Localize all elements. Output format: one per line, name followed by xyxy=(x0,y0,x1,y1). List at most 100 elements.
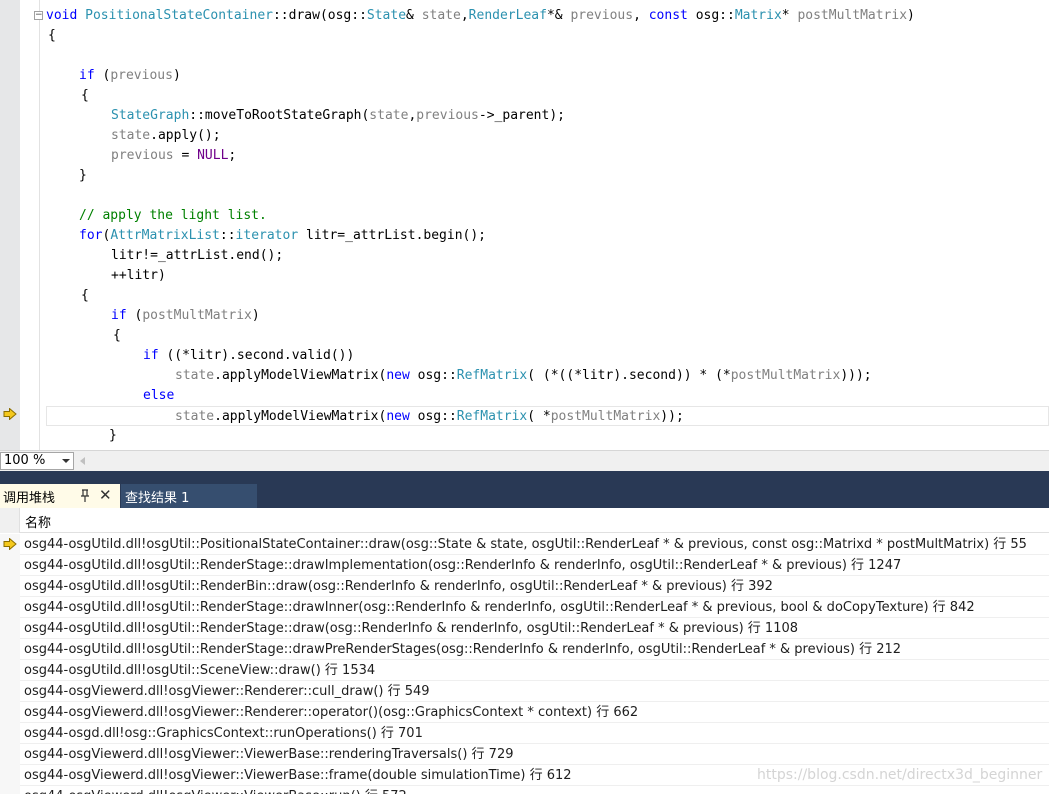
code-line[interactable]: { xyxy=(48,26,56,46)
code-token: state xyxy=(111,128,151,143)
call-stack-row[interactable]: osg44-osgViewerd.dll!osgViewer::Renderer… xyxy=(0,681,1049,702)
code-line[interactable]: previous = NULL; xyxy=(111,146,236,166)
code-token: state xyxy=(369,108,409,123)
code-token: *& xyxy=(546,8,571,23)
call-stack-row[interactable]: osg44-osgUtild.dll!osgUtil::RenderStage:… xyxy=(0,555,1049,576)
call-stack-frame-text: osg44-osgUtild.dll!osgUtil::RenderStage:… xyxy=(24,600,975,615)
code-line[interactable]: } xyxy=(109,426,117,446)
code-token: ::moveToRootStateGraph( xyxy=(189,108,370,123)
code-line[interactable]: state.applyModelViewMatrix(new osg::RefM… xyxy=(175,366,872,386)
tab-find-results-label: 查找结果 1 xyxy=(125,491,190,506)
code-line[interactable]: { xyxy=(81,286,89,306)
call-stack-row[interactable]: osg44-osgd.dll!osg::GraphicsContext::run… xyxy=(0,723,1049,744)
code-token: else xyxy=(143,388,175,403)
close-icon[interactable]: ✕ xyxy=(99,488,112,503)
code-token: ::draw(osg:: xyxy=(272,8,367,23)
call-stack-row[interactable]: osg44-osgUtild.dll!osgUtil::RenderStage:… xyxy=(0,618,1049,639)
code-token: previous xyxy=(416,108,479,123)
code-line[interactable]: { xyxy=(113,326,121,346)
row-marker xyxy=(0,702,20,723)
code-line[interactable]: state.apply(); xyxy=(111,126,221,146)
row-marker xyxy=(0,555,20,576)
code-token: RefMatrix xyxy=(456,409,528,424)
call-stack-frame-text: osg44-osgViewerd.dll!osgViewer::ViewerBa… xyxy=(24,747,514,762)
tab-call-stack[interactable]: 调用堆栈 ✕ xyxy=(0,484,120,508)
chevron-down-icon[interactable] xyxy=(62,459,70,463)
current-code-line[interactable]: state.applyModelViewMatrix(new osg::RefM… xyxy=(46,406,1049,426)
code-line[interactable]: // apply the light list. xyxy=(79,206,267,226)
call-stack-row[interactable]: osg44-osgUtild.dll!osgUtil::RenderStage:… xyxy=(0,597,1049,618)
zoom-dropdown[interactable]: 100 % xyxy=(0,452,74,470)
code-line[interactable]: void PositionalStateContainer::draw(osg:… xyxy=(46,6,915,26)
zoom-value: 100 % xyxy=(4,453,46,468)
code-line[interactable]: else xyxy=(143,386,174,406)
code-token: ( * xyxy=(527,409,551,424)
call-stack-row[interactable]: osg44-osgUtild.dll!osgUtil::SceneView::d… xyxy=(0,660,1049,681)
code-line[interactable]: } xyxy=(79,166,87,186)
code-token: { xyxy=(81,288,89,303)
pin-icon[interactable] xyxy=(79,489,91,503)
code-token: .apply(); xyxy=(150,128,221,143)
row-marker xyxy=(0,597,20,618)
code-token: postMultMatrix xyxy=(797,8,908,23)
header-marker-column xyxy=(0,508,20,533)
code-token: new xyxy=(386,409,418,424)
call-stack-row[interactable]: osg44-osgUtild.dll!osgUtil::RenderBin::d… xyxy=(0,576,1049,597)
code-token: ) xyxy=(251,308,260,323)
collapse-toggle-icon[interactable]: − xyxy=(34,11,43,20)
column-header-name[interactable]: 名称 xyxy=(25,512,51,531)
code-token: StateGraph xyxy=(111,108,190,123)
row-marker xyxy=(0,660,20,681)
code-token: ( (*((*litr).second)) * (* xyxy=(527,368,731,383)
code-token: osg:: xyxy=(417,409,457,424)
current-statement-arrow-icon xyxy=(3,408,17,420)
call-stack-row[interactable]: osg44-osgViewerd.dll!osgViewer::ViewerBa… xyxy=(0,786,1049,794)
call-stack-header: 名称 xyxy=(0,508,1049,533)
row-marker xyxy=(0,786,20,794)
code-token: if xyxy=(143,348,159,363)
code-token: void xyxy=(46,8,86,23)
code-token: ( xyxy=(126,308,143,323)
call-stack-panel[interactable]: 名称 osg44-osgUtild.dll!osgUtil::Positiona… xyxy=(0,508,1049,794)
call-stack-row[interactable]: osg44-osgUtild.dll!osgUtil::PositionalSt… xyxy=(0,534,1049,555)
editor-gutter[interactable] xyxy=(0,0,20,450)
code-token: , xyxy=(633,8,649,23)
code-line[interactable]: StateGraph::moveToRootStateGraph(state,p… xyxy=(111,106,565,126)
call-stack-row[interactable]: osg44-osgViewerd.dll!osgViewer::ViewerBa… xyxy=(0,744,1049,765)
code-token: state xyxy=(421,8,461,23)
code-token: previous xyxy=(111,148,174,163)
code-line[interactable]: litr!=_attrList.end(); xyxy=(111,246,283,266)
code-token: ))); xyxy=(840,368,872,383)
code-token: NULL xyxy=(197,148,229,163)
code-line[interactable]: for(AttrMatrixList::iterator litr=_attrL… xyxy=(79,226,486,246)
code-line[interactable]: if (previous) xyxy=(79,66,181,86)
code-token: previous xyxy=(570,8,634,23)
code-token: { xyxy=(48,28,56,43)
call-stack-frame-text: osg44-osgViewerd.dll!osgViewer::Renderer… xyxy=(24,684,430,699)
call-stack-frame-text: osg44-osgUtild.dll!osgUtil::RenderStage:… xyxy=(24,642,902,657)
scroll-left-arrow-icon[interactable] xyxy=(80,457,85,465)
code-token: , xyxy=(460,8,469,23)
code-line[interactable]: { xyxy=(81,86,89,106)
code-token: ) xyxy=(172,68,181,83)
code-token: RenderLeaf xyxy=(468,8,547,23)
code-token: if xyxy=(111,308,127,323)
code-token: postMultMatrix xyxy=(550,409,661,424)
code-line[interactable]: if ((*litr).second.valid()) xyxy=(143,346,354,366)
call-stack-row[interactable]: osg44-osgViewerd.dll!osgViewer::Renderer… xyxy=(0,702,1049,723)
row-marker xyxy=(0,639,20,660)
code-line[interactable]: ++litr) xyxy=(111,266,166,286)
code-editor[interactable]: − void PositionalStateContainer::draw(os… xyxy=(0,0,1049,450)
watermark: https://blog.csdn.net/directx3d_beginner xyxy=(757,767,1043,783)
row-marker xyxy=(0,534,20,555)
tab-find-results[interactable]: 查找结果 1 xyxy=(121,484,257,508)
call-stack-row[interactable]: osg44-osgUtild.dll!osgUtil::RenderStage:… xyxy=(0,639,1049,660)
code-token: for xyxy=(79,228,103,243)
code-token: state xyxy=(175,368,215,383)
code-line[interactable]: if (postMultMatrix) xyxy=(111,306,260,326)
code-token: if xyxy=(79,68,95,83)
code-token: .applyModelViewMatrix( xyxy=(214,409,387,424)
code-token: litr=_attrList.begin(); xyxy=(298,228,487,243)
code-token: iterator xyxy=(235,228,299,243)
code-token: ((*litr).second.valid()) xyxy=(158,348,355,363)
